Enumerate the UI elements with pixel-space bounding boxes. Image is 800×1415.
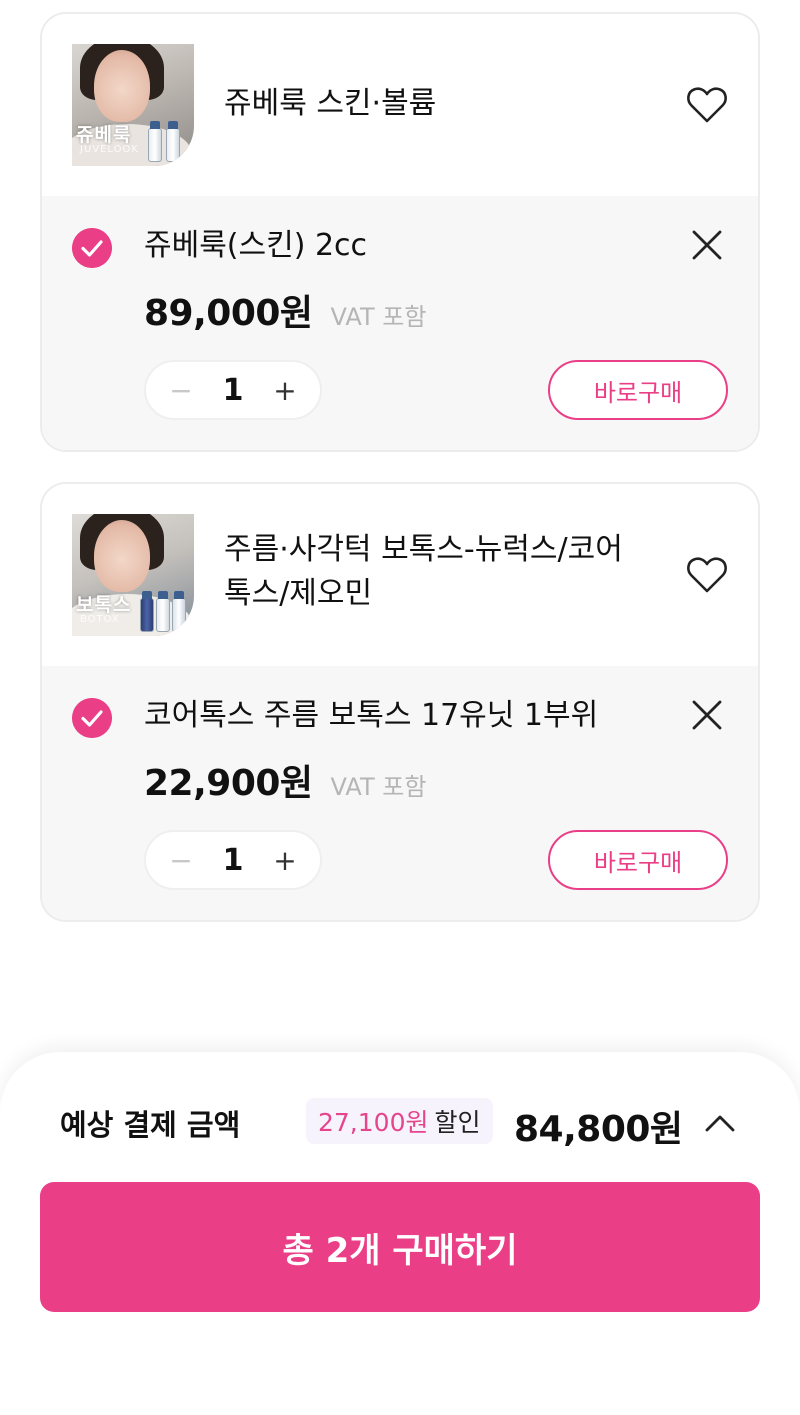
option-section: 쥬베룩(스킨) 2cc 89,000원 VAT 포함 − 1 + 바로구매	[42, 196, 758, 450]
checkout-summary-sheet: 예상 결제 금액 27,100원 할인 84,800원 총 2개 구매하기	[0, 1052, 800, 1415]
option-name: 코어톡스 주름 보톡스 17유닛 1부위	[144, 698, 599, 733]
vial-icon	[146, 118, 186, 162]
quantity-value: 1	[222, 842, 244, 878]
discount-badge: 27,100원 할인	[306, 1098, 493, 1144]
check-circle-icon[interactable]	[72, 698, 112, 738]
product-header: 보톡스 BOTOX 주름·사각턱 보톡스-뉴럭스/코어톡스/제오민	[42, 484, 758, 666]
purchase-button[interactable]: 총 2개 구매하기	[40, 1182, 760, 1312]
quantity-stepper: − 1 +	[144, 830, 322, 890]
cart-item-card: 보톡스 BOTOX 주름·사각턱 보톡스-뉴럭스/코어톡스/제오민 코어톡스 주…	[40, 482, 760, 922]
price: 89,000원	[144, 293, 313, 334]
vat-note: VAT 포함	[330, 303, 427, 331]
thumbnail-brand-en: BOTOX	[80, 614, 120, 625]
close-icon[interactable]	[690, 698, 724, 732]
discount-label: 할인	[434, 1108, 481, 1137]
option-section: 코어톡스 주름 보톡스 17유닛 1부위 22,900원 VAT 포함 − 1 …	[42, 666, 758, 920]
thumbnail-face	[94, 520, 150, 592]
product-title[interactable]: 쥬베룩 스킨·볼륨	[224, 82, 436, 126]
price-row: 22,900원 VAT 포함	[144, 754, 426, 806]
thumbnail-brand: 보톡스	[76, 594, 132, 616]
vat-note: VAT 포함	[330, 773, 427, 801]
buy-now-button[interactable]: 바로구매	[548, 830, 728, 890]
cart-item-card: 쥬베룩 JUVELOOK 쥬베룩 스킨·볼륨 쥬베룩(스킨) 2cc 89,00…	[40, 12, 760, 452]
vial-icon	[140, 588, 186, 632]
buy-now-button[interactable]: 바로구매	[548, 360, 728, 420]
price: 22,900원	[144, 763, 313, 804]
check-circle-icon[interactable]	[72, 228, 112, 268]
decrease-button[interactable]: −	[166, 374, 196, 407]
discount-amount: 27,100원	[318, 1108, 429, 1137]
heart-outline-icon[interactable]	[686, 86, 728, 124]
product-title[interactable]: 주름·사각턱 보톡스-뉴럭스/코어톡스/제오민	[224, 528, 644, 616]
heart-outline-icon[interactable]	[686, 556, 728, 594]
thumbnail-face	[94, 50, 150, 122]
decrease-button[interactable]: −	[166, 844, 196, 877]
price-row: 89,000원 VAT 포함	[144, 284, 426, 336]
option-name: 쥬베룩(스킨) 2cc	[144, 228, 368, 263]
close-icon[interactable]	[690, 228, 724, 262]
quantity-stepper: − 1 +	[144, 360, 322, 420]
thumbnail-brand-en: JUVELOOK	[80, 144, 139, 155]
total-amount: 84,800원	[514, 1109, 683, 1150]
product-header: 쥬베룩 JUVELOOK 쥬베룩 스킨·볼륨	[42, 14, 758, 196]
product-thumbnail[interactable]: 쥬베룩 JUVELOOK	[72, 44, 194, 166]
increase-button[interactable]: +	[270, 374, 300, 407]
thumbnail-brand: 쥬베룩	[76, 124, 132, 146]
chevron-up-icon[interactable]	[702, 1108, 738, 1138]
product-thumbnail[interactable]: 보톡스 BOTOX	[72, 514, 194, 636]
increase-button[interactable]: +	[270, 844, 300, 877]
estimated-payment-label: 예상 결제 금액	[60, 1108, 241, 1142]
quantity-value: 1	[222, 372, 244, 408]
